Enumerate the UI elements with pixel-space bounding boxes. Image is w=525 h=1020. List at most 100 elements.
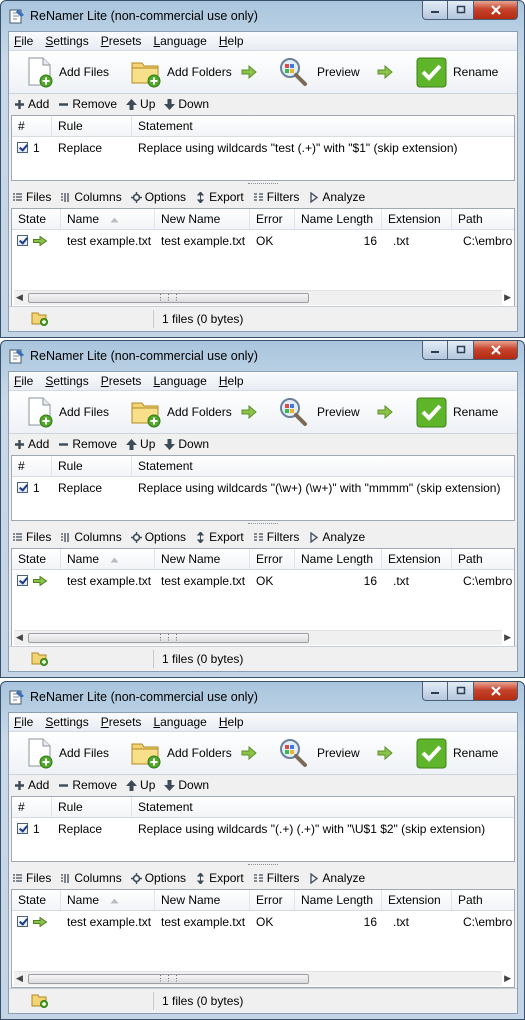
export-menu-button[interactable]: Export [195, 190, 244, 204]
rule-row[interactable]: 1 Replace Replace using wildcards "(\w+)… [12, 478, 514, 498]
menu-file[interactable]: File [14, 715, 33, 729]
move-down-button[interactable]: Down [164, 778, 209, 792]
rule-checkbox[interactable] [17, 823, 28, 834]
rule-checkbox[interactable] [17, 482, 28, 493]
move-down-button[interactable]: Down [164, 437, 209, 451]
files-list[interactable]: State Name New Name Error Name Length Ex… [11, 208, 515, 307]
preview-button[interactable]: Preview [277, 396, 360, 428]
menu-language[interactable]: Language [153, 374, 206, 388]
column-header-state[interactable]: State [12, 890, 61, 910]
scroll-right-icon[interactable]: ▶ [504, 973, 511, 984]
close-button[interactable] [474, 341, 518, 360]
columns-menu-button[interactable]: Columns [60, 871, 122, 885]
column-header-state[interactable]: State [12, 209, 61, 229]
export-menu-button[interactable]: Export [195, 871, 244, 885]
scroll-left-icon[interactable]: ◀ [16, 973, 23, 984]
minimize-button[interactable] [422, 1, 448, 20]
menu-settings[interactable]: Settings [45, 34, 88, 48]
column-header-error[interactable]: Error [250, 209, 295, 229]
file-checkbox[interactable] [17, 575, 28, 586]
title-bar[interactable]: ReNamer Lite (non-commercial use only) [1, 1, 524, 31]
rename-button[interactable]: Rename [416, 396, 498, 428]
files-menu-button[interactable]: Files [12, 871, 51, 885]
column-header-number[interactable]: # [12, 456, 52, 476]
panel-splitter[interactable] [248, 864, 278, 867]
column-header-statement[interactable]: Statement [132, 456, 514, 476]
export-menu-button[interactable]: Export [195, 530, 244, 544]
column-header-statement[interactable]: Statement [132, 116, 514, 136]
options-menu-button[interactable]: Options [130, 530, 186, 544]
analyze-menu-button[interactable]: Analyze [308, 530, 365, 544]
add-folders-button[interactable]: Add Folders [130, 396, 232, 428]
column-header-new-name[interactable]: New Name [155, 209, 250, 229]
menu-file[interactable]: File [14, 374, 33, 388]
scroll-left-icon[interactable]: ◀ [16, 292, 23, 303]
rule-row[interactable]: 1 Replace Replace using wildcards "test … [12, 138, 514, 158]
files-list[interactable]: State Name New Name Error Name Length Ex… [11, 548, 515, 647]
folder-add-icon[interactable] [31, 993, 49, 1008]
column-header-error[interactable]: Error [250, 549, 295, 569]
rules-list[interactable]: # Rule Statement 1 Replace Replace using… [11, 455, 515, 521]
column-header-name-length[interactable]: Name Length [295, 209, 382, 229]
preview-button[interactable]: Preview [277, 56, 360, 88]
scroll-right-icon[interactable]: ▶ [504, 632, 511, 643]
file-row[interactable]: test example.txt test example.txt OK 16 … [12, 231, 514, 251]
filters-menu-button[interactable]: Filters [253, 190, 299, 204]
column-header-path[interactable]: Path [452, 549, 514, 569]
panel-splitter[interactable] [248, 183, 278, 186]
menu-help[interactable]: Help [219, 374, 244, 388]
scrollbar-thumb[interactable]: ⋮⋮⋮ [28, 293, 309, 303]
add-files-button[interactable]: Add Files [26, 56, 109, 88]
files-list[interactable]: State Name New Name Error Name Length Ex… [11, 889, 515, 988]
column-header-error[interactable]: Error [250, 890, 295, 910]
column-header-extension[interactable]: Extension [382, 549, 452, 569]
minimize-button[interactable] [422, 341, 448, 360]
rule-checkbox[interactable] [17, 142, 28, 153]
analyze-menu-button[interactable]: Analyze [308, 190, 365, 204]
maximize-button[interactable] [448, 682, 474, 701]
column-header-name-length[interactable]: Name Length [295, 549, 382, 569]
add-rule-button[interactable]: Add [14, 778, 49, 792]
columns-menu-button[interactable]: Columns [60, 530, 122, 544]
move-up-button[interactable]: Up [126, 97, 155, 111]
options-menu-button[interactable]: Options [130, 871, 186, 885]
scroll-left-icon[interactable]: ◀ [16, 632, 23, 643]
file-checkbox[interactable] [17, 916, 28, 927]
add-files-button[interactable]: Add Files [26, 396, 109, 428]
remove-rule-button[interactable]: Remove [58, 97, 117, 111]
menu-language[interactable]: Language [153, 34, 206, 48]
column-header-name[interactable]: Name [61, 209, 155, 229]
move-up-button[interactable]: Up [126, 778, 155, 792]
menu-file[interactable]: File [14, 34, 33, 48]
column-header-state[interactable]: State [12, 549, 61, 569]
remove-rule-button[interactable]: Remove [58, 778, 117, 792]
analyze-menu-button[interactable]: Analyze [308, 871, 365, 885]
column-header-number[interactable]: # [12, 116, 52, 136]
column-header-name[interactable]: Name [61, 890, 155, 910]
horizontal-scrollbar[interactable]: ◀ ⋮⋮⋮ ▶ [14, 630, 511, 645]
move-down-button[interactable]: Down [164, 97, 209, 111]
menu-help[interactable]: Help [219, 34, 244, 48]
column-header-statement[interactable]: Statement [132, 797, 514, 817]
title-bar[interactable]: ReNamer Lite (non-commercial use only) [1, 341, 524, 371]
maximize-button[interactable] [448, 1, 474, 20]
menu-presets[interactable]: Presets [101, 34, 142, 48]
column-header-extension[interactable]: Extension [382, 890, 452, 910]
rename-button[interactable]: Rename [416, 56, 498, 88]
scroll-right-icon[interactable]: ▶ [504, 292, 511, 303]
maximize-button[interactable] [448, 341, 474, 360]
column-header-extension[interactable]: Extension [382, 209, 452, 229]
close-button[interactable] [474, 1, 518, 20]
menu-presets[interactable]: Presets [101, 715, 142, 729]
rules-list[interactable]: # Rule Statement 1 Replace Replace using… [11, 115, 515, 181]
remove-rule-button[interactable]: Remove [58, 437, 117, 451]
columns-menu-button[interactable]: Columns [60, 190, 122, 204]
panel-splitter[interactable] [248, 523, 278, 526]
column-header-new-name[interactable]: New Name [155, 549, 250, 569]
column-header-rule[interactable]: Rule [52, 797, 132, 817]
menu-presets[interactable]: Presets [101, 374, 142, 388]
add-rule-button[interactable]: Add [14, 97, 49, 111]
rules-list[interactable]: # Rule Statement 1 Replace Replace using… [11, 796, 515, 862]
menu-language[interactable]: Language [153, 715, 206, 729]
files-menu-button[interactable]: Files [12, 190, 51, 204]
